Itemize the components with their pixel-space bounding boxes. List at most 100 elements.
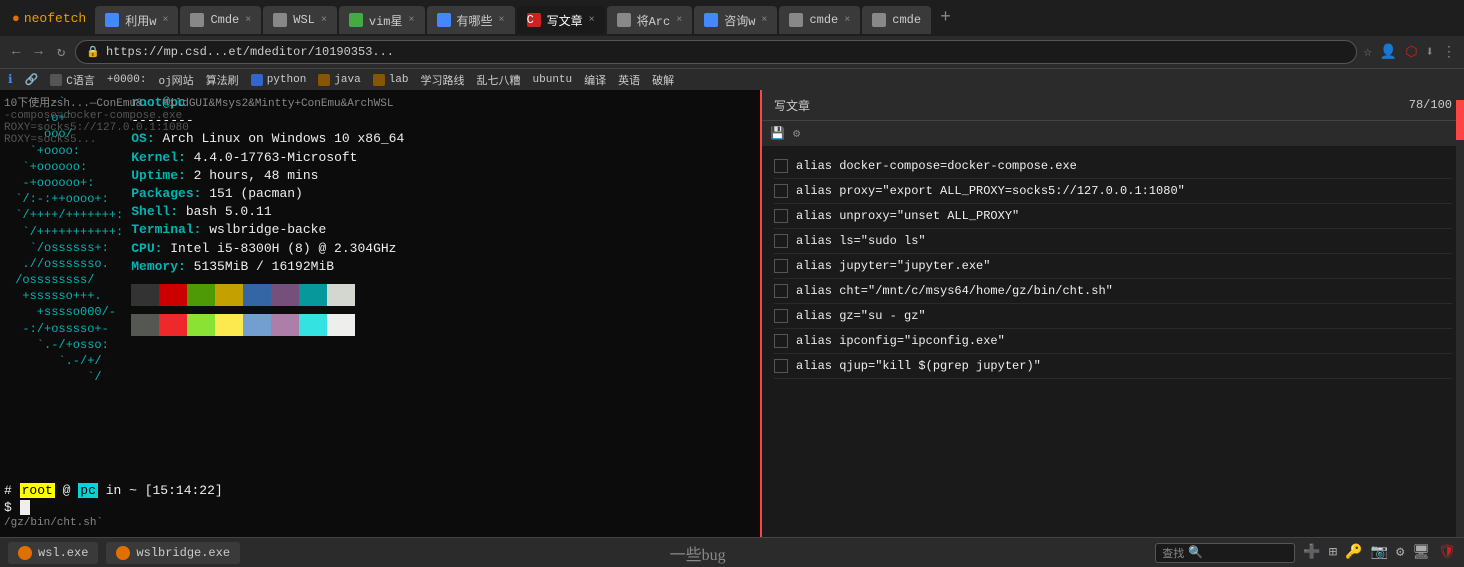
bookmark-python[interactable]: python [251,74,307,86]
bookmark-java[interactable]: java [318,74,360,86]
close-icon[interactable]: × [162,15,168,26]
bookmark-crack[interactable]: 破解 [652,72,674,88]
close-icon[interactable]: × [676,15,682,26]
taskbar-wslbridge[interactable]: wslbridge.exe [106,542,240,564]
tab-vim[interactable]: vim星 × [339,6,425,34]
info-memory: Memory: 5135MiB / 16192MiB [131,258,404,276]
checkbox-3[interactable] [774,234,788,248]
screenshot-icon[interactable]: 📷 [1371,544,1388,561]
info-terminal: Terminal: wslbridge-backe [131,221,404,239]
taskbar-wsl-label: wsl.exe [38,546,88,560]
security-icon[interactable]: 🛡 [1438,544,1456,561]
bookmark-compile[interactable]: 编译 [584,72,606,88]
tab-consult[interactable]: 咨询w × [694,6,777,34]
tab-cmde[interactable]: Cmde × [180,6,261,34]
add-tab-button[interactable]: + [932,8,959,28]
address-text: https://mp.csd...et/mdeditor/10190353... [106,45,394,59]
prompt-dir: in ~ [106,483,145,498]
checkbox-4[interactable] [774,259,788,273]
tab-label: 将Arc [637,12,671,29]
checkbox-2[interactable] [774,209,788,223]
search-box[interactable]: 查找 🔍 [1155,543,1295,563]
checkbox-7[interactable] [774,334,788,348]
code-line-6: alias gz="su - gz" [796,307,926,325]
menu-icon[interactable]: ⋮ [1442,44,1456,61]
close-icon[interactable]: × [589,15,595,26]
bookmark-dot [318,74,330,86]
bookmark-ubuntu[interactable]: ubuntu [533,74,573,86]
editor-line-8: alias qjup="kill $(pgrep jupyter)" [774,354,1452,379]
refresh-button[interactable]: ↻ [53,42,69,63]
taskbar: wsl.exe wslbridge.exe 一些bug 查找 🔍 ➕ ⊞ 🔑 📷… [0,537,1464,567]
bookmark-misc[interactable]: 乱七八糟 [477,72,521,88]
user-icon[interactable]: 👤 [1380,44,1397,61]
prompt-line: # root @ pc in ~ [15:14:22] [4,483,756,498]
close-icon[interactable]: × [499,15,505,26]
tab-label: WSL [293,13,315,27]
color-swatches [131,284,404,306]
tab-label: cmde [809,13,838,27]
key-icon[interactable]: 🔑 [1345,544,1362,561]
address-bar[interactable]: 🔒 https://mp.csd...et/mdeditor/10190353.… [75,40,1357,64]
cursor-line: $ [4,500,756,515]
close-icon[interactable]: × [409,15,415,26]
bookmark-oj[interactable]: oj网站 [158,72,193,88]
checkbox-6[interactable] [774,309,788,323]
info-cpu: CPU: Intel i5-8300H (8) @ 2.304GHz [131,240,404,258]
bookmark-english[interactable]: 英语 [618,72,640,88]
tool-icon[interactable]: ⚙ [793,126,800,141]
extension-icon[interactable]: ⬡ [1405,44,1417,61]
bookmark-0000[interactable]: +0000: [107,74,147,86]
tab-wsl[interactable]: WSL × [263,6,337,34]
scroll-thumb[interactable] [1456,100,1464,140]
bookmark-lab[interactable]: lab [373,74,409,86]
tab-label: vim星 [369,12,403,29]
close-icon[interactable]: × [761,15,767,26]
terminal-overlay-top: 10下使用zsh...—ConEmu&...MildGUI&Msys2&Mint… [4,94,393,146]
back-button[interactable]: ← [8,42,24,62]
bookmark-chain[interactable]: 🔗 [25,73,39,87]
tab-cmde3[interactable]: cmde [862,6,931,34]
checkbox-5[interactable] [774,284,788,298]
settings-icon[interactable]: ⚙ [1396,544,1404,561]
tab-write-article[interactable]: C 写文章 × [517,6,605,34]
tab-利用w[interactable]: 利用w × [95,6,178,34]
download-icon[interactable]: ⬇ [1426,44,1434,61]
cursor-block [20,500,30,515]
add-icon[interactable]: ➕ [1303,544,1320,561]
checkbox-0[interactable] [774,159,788,173]
checkbox-1[interactable] [774,184,788,198]
bookmark-algo[interactable]: 算法刷 [206,72,239,88]
taskbar-wslbridge-label: wslbridge.exe [136,546,230,560]
grid-icon[interactable]: ⊞ [1329,544,1337,561]
save-icon[interactable]: 💾 [770,126,785,141]
info-packages: Packages: 151 (pacman) [131,185,404,203]
memory-label: Memory: [131,259,193,274]
taskbar-wsl[interactable]: wsl.exe [8,542,98,564]
address-bar-row: ← → ↻ 🔒 https://mp.csd...et/mdeditor/101… [0,36,1464,68]
monitor-icon[interactable]: 🖥 [1412,544,1430,561]
toolbar-icons: ☆ 👤 ⬡ ⬇ ⋮ [1363,44,1456,61]
prompt-hash: # [4,483,12,498]
checkbox-8[interactable] [774,359,788,373]
forward-button[interactable]: → [30,42,46,62]
bookmark-info[interactable]: ℹ [8,72,13,87]
close-icon[interactable]: × [844,15,850,26]
swatch-8 [131,314,159,336]
tab-youna[interactable]: 有哪些 × [427,6,515,34]
editor-line-1: alias proxy="export ALL_PROXY=socks5://1… [774,179,1452,204]
prompt-area: # root @ pc in ~ [15:14:22] $ /gz/bin/ch… [4,483,756,529]
bookmark-icon[interactable]: ☆ [1363,44,1371,61]
tab-arc[interactable]: 将Arc × [607,6,693,34]
scrollbar[interactable] [1456,90,1464,537]
close-icon[interactable]: × [321,15,327,26]
close-icon[interactable]: × [245,15,251,26]
tab-cmde2[interactable]: cmde × [779,6,860,34]
swatch-11 [215,314,243,336]
editor-header: 写文章 78/100 [762,90,1464,120]
swatch-14 [299,314,327,336]
bookmark-study[interactable]: 学习路线 [421,72,465,88]
editor-line-5: alias cht="/mnt/c/msys64/home/gz/bin/cht… [774,279,1452,304]
bookmark-clang[interactable]: C语言 [50,72,95,88]
tab-favicon [704,13,718,27]
